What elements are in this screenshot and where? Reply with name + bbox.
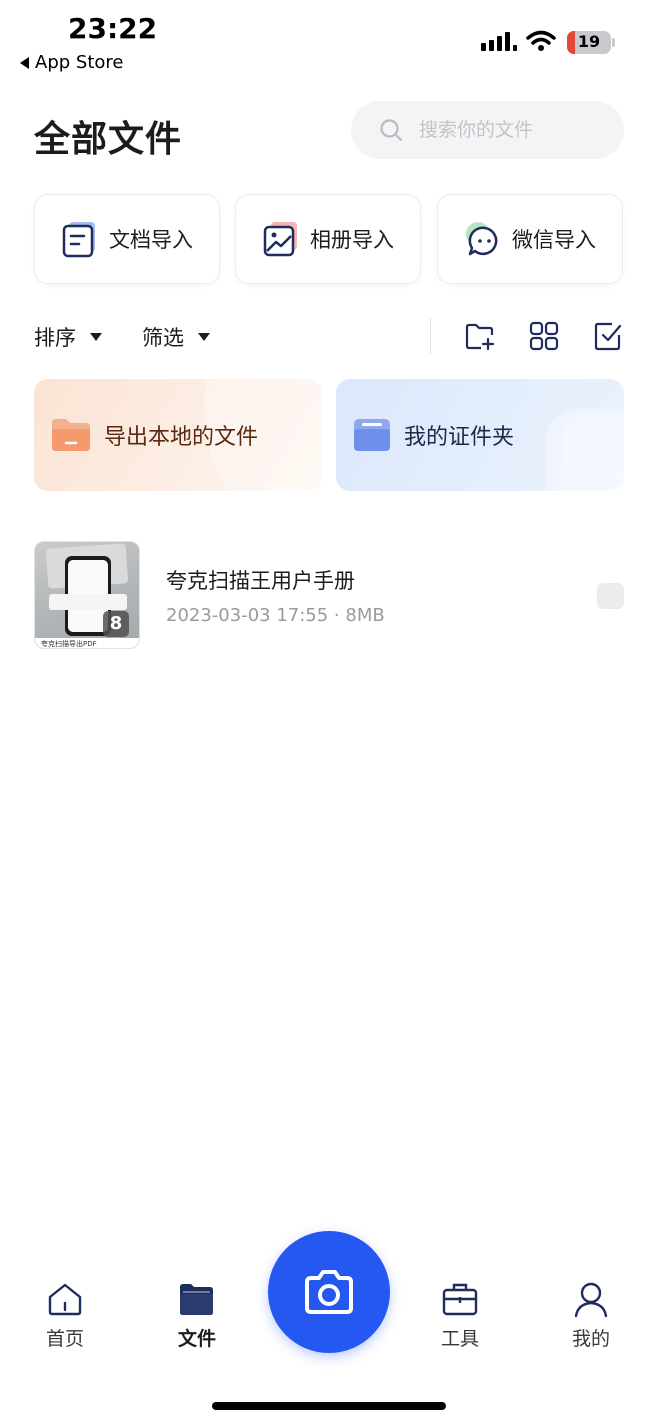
folder-export-icon [52,419,90,451]
file-list-item[interactable]: 夸克扫描导出PDF 8 夸克扫描王用户手册 2023-03-03 17:55 ·… [34,541,624,649]
back-arrow-icon [20,56,29,69]
grid-view-icon[interactable] [528,320,560,352]
wechat-icon [466,222,498,256]
home-icon [48,1283,82,1316]
filter-dropdown[interactable]: 筛选 [142,322,210,352]
back-app-label: App Store [35,52,124,73]
user-profile-icon [574,1282,608,1318]
document-import-icon [62,222,95,258]
search-bar[interactable] [351,101,624,159]
search-input[interactable] [417,118,601,142]
battery-icon: 19 [567,31,611,54]
tab-tools[interactable]: 工具 [415,1280,505,1351]
camera-icon [305,1270,353,1314]
export-local-files-banner[interactable]: 导出本地的文件 [34,379,322,491]
chevron-down-icon [90,333,102,341]
toolbox-icon [442,1283,478,1316]
file-name: 夸克扫描王用户手册 [166,569,355,593]
my-certificates-banner[interactable]: 我的证件夹 [336,379,624,491]
file-thumbnail: 夸克扫描导出PDF 8 [34,541,140,649]
photo-album-icon [263,222,297,257]
tab-home[interactable]: 首页 [20,1280,110,1351]
folder-icon [180,1284,213,1315]
album-import-label: 相册导入 [310,228,394,252]
page-count-badge: 8 [103,611,129,637]
wechat-import-button[interactable]: 微信导入 [437,194,623,284]
export-banner-label: 导出本地的文件 [104,425,259,450]
cellular-signal-icon [481,32,517,51]
sort-dropdown[interactable]: 排序 [34,322,102,352]
chevron-down-icon [198,333,210,341]
tab-tools-label: 工具 [440,1328,479,1350]
home-indicator[interactable] [212,1402,446,1410]
camera-scan-button[interactable] [268,1231,390,1353]
wifi-icon [526,30,556,51]
tab-me-label: 我的 [571,1328,610,1350]
toolbar-divider [430,318,431,354]
battery-level: 19 [577,32,601,51]
back-to-app-store[interactable]: App Store [20,52,123,73]
tab-me[interactable]: 我的 [546,1280,636,1351]
tab-files[interactable]: 文件 [152,1280,242,1351]
thumbnail-caption: 夸克扫描导出PDF [41,640,97,648]
tab-files-label: 文件 [177,1328,216,1350]
page-title: 全部文件 [34,119,183,160]
file-meta: 2023-03-03 17:55 · 8MB [166,605,385,626]
document-import-button[interactable]: 文档导入 [34,194,220,284]
wechat-import-label: 微信导入 [512,228,596,252]
tab-home-label: 首页 [45,1328,84,1350]
search-icon [380,119,403,142]
file-select-checkbox[interactable] [597,583,624,609]
document-import-label: 文档导入 [109,228,193,252]
new-folder-icon[interactable] [464,320,496,352]
filter-label: 筛选 [142,326,184,350]
status-time: 23:22 [68,12,158,45]
id-card-folder-icon [354,419,390,451]
album-import-button[interactable]: 相册导入 [235,194,421,284]
sort-label: 排序 [34,326,76,350]
certificate-banner-label: 我的证件夹 [404,425,515,450]
select-checkbox-icon[interactable] [592,320,624,352]
